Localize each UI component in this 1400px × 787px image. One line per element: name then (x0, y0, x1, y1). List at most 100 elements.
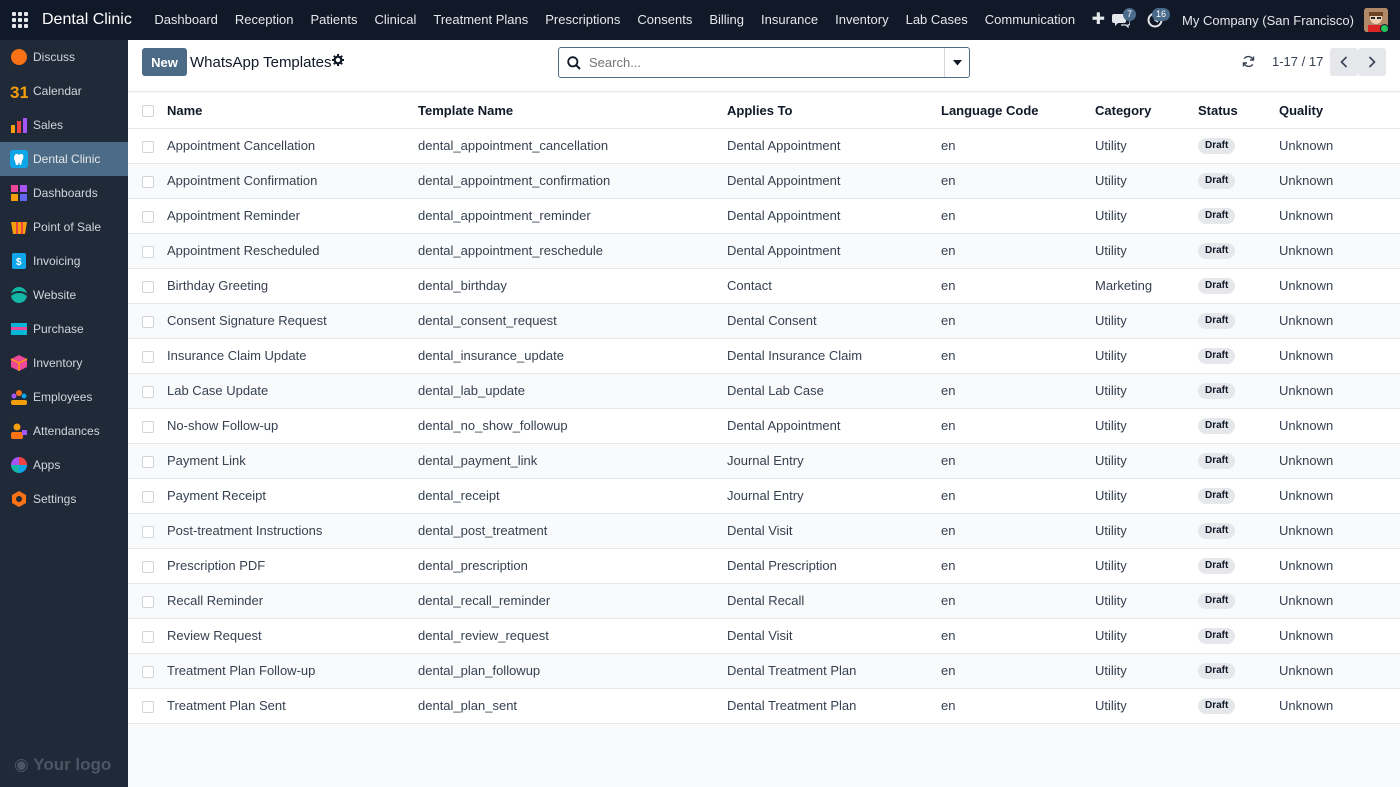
column-header-language-code[interactable]: Language Code (941, 93, 1095, 129)
language-code-cell: en (941, 513, 1095, 549)
pager-next-button[interactable] (1358, 48, 1386, 76)
table-row[interactable]: Insurance Claim Update dental_insurance_u… (128, 338, 1400, 374)
table-row[interactable]: Appointment Reminder dental_appointment_r… (128, 198, 1400, 234)
table-row[interactable]: Birthday Greeting dental_birthday Contact e… (128, 268, 1400, 304)
table-row[interactable]: Appointment Rescheduled dental_appointmen… (128, 233, 1400, 269)
user-avatar[interactable] (1364, 8, 1388, 32)
table-row[interactable]: No-show Follow-up dental_no_show_followup… (128, 408, 1400, 444)
menu-item-inventory[interactable]: Inventory (827, 0, 897, 40)
table-row[interactable]: Appointment Cancellation dental_appointme… (128, 128, 1400, 164)
menu-item-dashboard[interactable]: Dashboard (146, 0, 227, 40)
table-row[interactable]: Treatment Plan Sent dental_plan_sent Denta… (128, 688, 1400, 724)
row-checkbox[interactable] (142, 245, 154, 258)
row-checkbox[interactable] (142, 630, 154, 643)
quality-cell: Unknown (1279, 478, 1370, 514)
sidebar-item-dashboards[interactable]: Dashboards (0, 176, 128, 210)
column-header-quality[interactable]: Quality (1279, 93, 1370, 129)
row-checkbox[interactable] (142, 210, 154, 223)
sidebar-item-calendar[interactable]: 31 Calendar (0, 74, 128, 108)
table-row[interactable]: Review Request dental_review_request Denta… (128, 618, 1400, 654)
row-checkbox[interactable] (142, 175, 154, 188)
menu-item-lab-cases[interactable]: Lab Cases (897, 0, 976, 40)
sidebar-item-sales[interactable]: Sales (0, 108, 128, 142)
app-menu-grid-icon[interactable] (0, 0, 40, 40)
table-row[interactable]: Recall Reminder dental_recall_reminder Den… (128, 583, 1400, 619)
sidebar-item-attendances[interactable]: Attendances (0, 414, 128, 448)
activities-button[interactable]: 16 (1138, 0, 1172, 40)
table-row[interactable]: Payment Link dental_payment_link Journal E… (128, 443, 1400, 479)
sidebar-item-apps[interactable]: Apps (0, 448, 128, 482)
column-header-applies-to[interactable]: Applies To (727, 93, 941, 129)
search-options-toggle[interactable] (944, 48, 969, 77)
new-button[interactable]: New (142, 48, 187, 76)
row-checkbox[interactable] (142, 525, 154, 538)
sidebar-item-employees[interactable]: Employees (0, 380, 128, 414)
language-code-cell: en (941, 478, 1095, 514)
company-switcher[interactable]: My Company (San Francisco) (1182, 13, 1354, 28)
category-cell: Marketing (1095, 268, 1198, 304)
row-spacer (1370, 268, 1400, 304)
column-header-category[interactable]: Category (1095, 93, 1198, 129)
row-checkbox[interactable] (142, 140, 154, 153)
refresh-icon[interactable] (1242, 55, 1255, 68)
sidebar-item-point-of-sale[interactable]: Point of Sale (0, 210, 128, 244)
row-checkbox[interactable] (142, 490, 154, 503)
status-cell: Draft (1198, 163, 1279, 199)
pager-value[interactable]: 1-17 / 17 (1272, 54, 1323, 69)
menu-item-reception[interactable]: Reception (226, 0, 302, 40)
pager-previous-button[interactable] (1330, 48, 1358, 76)
column-header-template-name[interactable]: Template Name (418, 93, 727, 129)
table-row[interactable]: Payment Receipt dental_receipt Journal Ent… (128, 478, 1400, 514)
menu-item-insurance[interactable]: Insurance (753, 0, 827, 40)
row-checkbox[interactable] (142, 700, 154, 713)
row-spacer (1370, 478, 1400, 514)
menu-item-prescriptions[interactable]: Prescriptions (537, 0, 629, 40)
menu-item-treatment-plans[interactable]: Treatment Plans (425, 0, 537, 40)
header-spacer (1370, 93, 1400, 129)
row-checkbox[interactable] (142, 385, 154, 398)
sidebar-item-settings[interactable]: Settings (0, 482, 128, 516)
row-checkbox[interactable] (142, 420, 154, 433)
row-spacer (1370, 373, 1400, 409)
select-all-checkbox[interactable] (142, 105, 154, 118)
sidebar-item-invoicing[interactable]: $ Invoicing (0, 244, 128, 278)
table-row[interactable]: Appointment Confirmation dental_appointme… (128, 163, 1400, 199)
sidebar-item-inventory[interactable]: Inventory (0, 346, 128, 380)
menu-item-billing[interactable]: Billing (701, 0, 753, 40)
search-input[interactable] (589, 55, 944, 70)
row-select-cell (128, 233, 167, 269)
row-checkbox[interactable] (142, 665, 154, 678)
row-checkbox[interactable] (142, 280, 154, 293)
language-code-cell: en (941, 338, 1095, 374)
row-checkbox[interactable] (142, 350, 154, 363)
sidebar-item-dental-clinic[interactable]: Dental Clinic (0, 142, 128, 176)
menu-item-consents[interactable]: Consents (629, 0, 701, 40)
quality-cell: Unknown (1279, 303, 1370, 339)
menu-item-clinical[interactable]: Clinical (366, 0, 425, 40)
menu-item-patients[interactable]: Patients (302, 0, 366, 40)
sidebar-item-discuss[interactable]: Discuss (0, 40, 128, 74)
row-checkbox[interactable] (142, 315, 154, 328)
messages-button[interactable]: 7 (1104, 0, 1138, 40)
column-header-name[interactable]: Name (167, 93, 418, 129)
table-row[interactable]: Prescription PDF dental_prescription Denta… (128, 548, 1400, 584)
sidebar-item-website[interactable]: Website (0, 278, 128, 312)
status-cell: Draft (1198, 408, 1279, 444)
list-view: Name Template Name Applies To Language Code… (128, 93, 1400, 724)
template-name-cell: dental_birthday (418, 268, 727, 304)
table-row[interactable]: Lab Case Update dental_lab_update Dental L… (128, 373, 1400, 409)
sidebar-item-purchase[interactable]: Purchase (0, 312, 128, 346)
table-row[interactable]: Treatment Plan Follow-up dental_plan_foll… (128, 653, 1400, 689)
app-brand[interactable]: Dental Clinic (42, 11, 132, 29)
row-checkbox[interactable] (142, 560, 154, 573)
apps-sidebar: Discuss 31 Calendar Sales Dental Clinic Dashb… (0, 40, 128, 787)
menu-item-communication[interactable]: Communication (976, 0, 1083, 40)
chevron-right-icon (1368, 56, 1376, 68)
table-row[interactable]: Consent Signature Request dental_consent_… (128, 303, 1400, 339)
row-checkbox[interactable] (142, 595, 154, 608)
table-row[interactable]: Post-treatment Instructions dental_post_t… (128, 513, 1400, 549)
column-header-status[interactable]: Status (1198, 93, 1279, 129)
applies-to-cell: Dental Appointment (727, 128, 941, 164)
row-checkbox[interactable] (142, 455, 154, 468)
gear-icon[interactable] (332, 54, 344, 66)
